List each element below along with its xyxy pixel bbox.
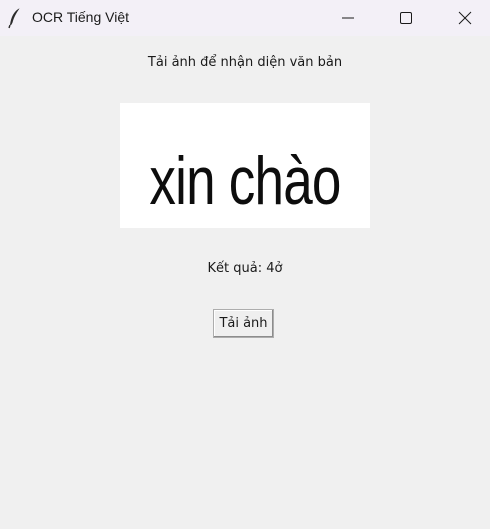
feather-icon	[7, 7, 23, 29]
maximize-icon	[400, 12, 412, 24]
upload-image-button[interactable]: Tải ảnh	[213, 309, 274, 338]
title-bar[interactable]: OCR Tiếng Việt	[0, 0, 490, 36]
window-title: OCR Tiếng Việt	[32, 9, 130, 25]
preview-image-text: xin chào	[149, 143, 341, 219]
instruction-label: Tải ảnh để nhận diện văn bản	[147, 55, 343, 70]
minimize-button[interactable]	[319, 0, 377, 36]
minimize-icon	[342, 17, 354, 19]
result-label: Kết quả: 4ở	[207, 261, 283, 276]
app-window: OCR Tiếng Việt Tải ảnh để nhận diện văn …	[0, 0, 490, 529]
image-preview: xin chào	[120, 103, 370, 228]
close-icon	[458, 11, 472, 25]
close-button[interactable]	[435, 0, 490, 36]
maximize-button[interactable]	[377, 0, 435, 36]
